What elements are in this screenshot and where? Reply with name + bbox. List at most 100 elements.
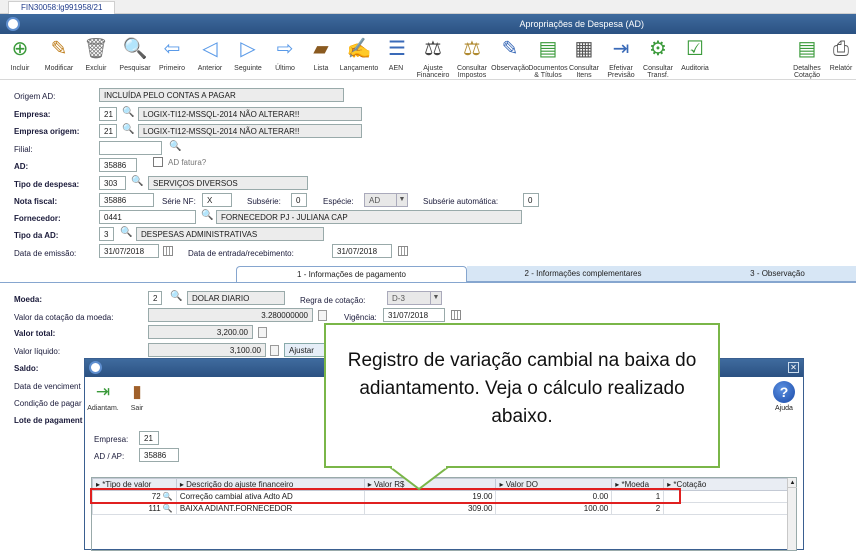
- window-title: Apropriações de Despesa (AD): [519, 19, 644, 29]
- invoice-field[interactable]: 35886: [99, 193, 154, 207]
- title-bar: Apropriações de Despesa (AD): [0, 14, 856, 34]
- company-code-field[interactable]: 21: [99, 107, 117, 121]
- calendar-icon[interactable]: [398, 246, 408, 256]
- currency-name-field: DOLAR DIARIO: [187, 291, 285, 305]
- note-button[interactable]: ✎ Observação: [490, 36, 530, 72]
- company-label: Empresa:: [14, 110, 51, 119]
- include-button[interactable]: ⊕ Incluir: [6, 36, 34, 72]
- grid-scrollbar[interactable]: ▲: [787, 478, 797, 550]
- species-select[interactable]: AD ▼: [364, 193, 408, 207]
- tab-observation[interactable]: 3 - Observação: [699, 266, 856, 282]
- help-button[interactable]: ? Ajuda: [773, 381, 795, 412]
- invoice-series-field[interactable]: X: [202, 193, 232, 207]
- ad-invoice-checkbox[interactable]: [153, 157, 163, 167]
- forecast-button[interactable]: ⇥ Efetivar Previsão: [604, 36, 638, 79]
- close-icon[interactable]: ✕: [788, 362, 799, 373]
- expense-type-code-field[interactable]: 303: [99, 176, 126, 190]
- quote-details-icon: ▤: [797, 38, 817, 60]
- search-icon[interactable]: 🔍: [120, 227, 132, 238]
- cell-currency[interactable]: 2: [611, 502, 665, 515]
- calculator-icon[interactable]: [258, 327, 267, 338]
- scroll-up-icon[interactable]: ▲: [788, 478, 797, 488]
- search-icon[interactable]: 🔍: [122, 124, 134, 135]
- search-icon[interactable]: 🔍: [169, 141, 181, 152]
- tab-complementary-info[interactable]: 2 - Informações complementares: [467, 266, 699, 282]
- report-button[interactable]: ⎙ Relatór: [826, 36, 856, 72]
- currency-code-field[interactable]: 2: [148, 291, 162, 305]
- last-button[interactable]: ⇨ Último: [270, 36, 300, 72]
- quote-rule-select[interactable]: D-3 ▼: [387, 291, 442, 305]
- documents-icon: ▤: [538, 38, 558, 60]
- cell-quote[interactable]: [663, 490, 789, 503]
- modify-button[interactable]: ✎ Modificar: [42, 36, 76, 72]
- app-icon: [6, 17, 20, 31]
- previous-icon: ◁: [202, 38, 218, 60]
- payment-batch-label: Lote de pagament: [14, 416, 83, 425]
- search-icon[interactable]: 🔍: [163, 504, 173, 513]
- advance-button[interactable]: ⇥ Adiantam.: [87, 381, 119, 412]
- forecast-icon: ⇥: [612, 38, 630, 60]
- next-button[interactable]: ▷ Seguinte: [232, 36, 264, 72]
- aen-button[interactable]: ☰ AEN: [384, 36, 408, 72]
- audit-button[interactable]: ☑ Auditoria: [678, 36, 712, 72]
- supplier-code-field[interactable]: 0441: [99, 210, 196, 224]
- entry-button[interactable]: ✍ Lançamento: [338, 36, 380, 72]
- subseries-label: Subsérie:: [247, 197, 281, 206]
- cell-value-brl[interactable]: 309.00: [363, 502, 497, 515]
- search-icon: 🔍: [122, 38, 148, 60]
- auto-subseries-field[interactable]: 0: [523, 193, 539, 207]
- ad-type-label: Tipo da AD:: [14, 231, 59, 240]
- transfer-button[interactable]: ⚙ Consultar Transf.: [640, 36, 676, 79]
- financial-adjust-button[interactable]: ⚖ Ajuste Financeiro: [414, 36, 452, 79]
- total-value-field: 3,200.00: [148, 325, 253, 339]
- items-button[interactable]: ▦ Consultar Itens: [568, 36, 600, 79]
- origin-company-name-field: LOGIX-TI12-MSSQL-2014 NÃO ALTERAR!!: [138, 124, 362, 138]
- cell-value-do[interactable]: 100.00: [495, 502, 613, 515]
- app-icon: [89, 361, 102, 374]
- window-tab[interactable]: FIN30058:lg991958/21: [8, 1, 116, 14]
- validity-field[interactable]: 31/07/2018: [383, 308, 445, 322]
- tab-payment-info[interactable]: 1 - Informações de pagamento: [236, 266, 467, 282]
- taxes-button[interactable]: ⚖ Consultar Impostos: [454, 36, 490, 79]
- search-button[interactable]: 🔍 Pesquisar: [118, 36, 152, 72]
- quote-value-label: Valor da cotação da moeda:: [14, 313, 114, 322]
- origin-company-label: Empresa origem:: [14, 127, 80, 136]
- delete-button[interactable]: 🗑 Excluir: [82, 36, 110, 72]
- issue-date-field[interactable]: 31/07/2018: [99, 244, 159, 258]
- calculator-icon[interactable]: [318, 310, 327, 321]
- transfer-icon: ⚙: [649, 38, 667, 60]
- first-icon: ⇦: [163, 38, 181, 60]
- ad-type-code-field[interactable]: 3: [99, 227, 114, 241]
- documents-button[interactable]: ▤ Documentos & Títulos: [528, 36, 568, 79]
- branch-field[interactable]: [99, 141, 162, 155]
- quote-details-button[interactable]: ▤ Detalhes Cotação: [790, 36, 824, 79]
- search-icon[interactable]: 🔍: [201, 210, 213, 221]
- ad-field[interactable]: 35886: [99, 158, 137, 172]
- first-button[interactable]: ⇦ Primeiro: [156, 36, 188, 72]
- previous-button[interactable]: ◁ Anterior: [194, 36, 226, 72]
- subseries-field[interactable]: 0: [291, 193, 307, 207]
- invoice-series-label: Série NF:: [162, 197, 196, 206]
- due-date-label: Data de venciment: [14, 382, 81, 391]
- column-header[interactable]: ▸ *Cotação: [663, 478, 789, 491]
- list-icon: ▰: [313, 38, 329, 60]
- table-row[interactable]: 111 🔍 BAIXA ADIANT.FORNECEDOR 309.00 100…: [92, 502, 789, 515]
- adjust-button[interactable]: Ajustar: [284, 343, 326, 357]
- origin-company-code-field[interactable]: 21: [99, 124, 117, 138]
- branch-label: Filial:: [14, 145, 33, 154]
- search-icon[interactable]: 🔍: [131, 176, 143, 187]
- calendar-icon[interactable]: [163, 246, 173, 256]
- last-icon: ⇨: [276, 38, 294, 60]
- calendar-icon[interactable]: [451, 310, 461, 320]
- search-icon[interactable]: 🔍: [170, 291, 182, 302]
- list-button[interactable]: ▰ Lista: [308, 36, 334, 72]
- entry-date-field[interactable]: 31/07/2018: [332, 244, 392, 258]
- cell-description[interactable]: BAIXA ADIANT.FORNECEDOR: [175, 502, 365, 515]
- cell-quote[interactable]: [663, 502, 789, 515]
- search-icon[interactable]: 🔍: [122, 107, 134, 118]
- calculator-icon[interactable]: [270, 345, 279, 356]
- exit-button[interactable]: ▮ Sair: [125, 381, 149, 412]
- validity-label: Vigência:: [344, 313, 377, 322]
- cell-value-type[interactable]: 111 🔍: [92, 502, 177, 515]
- taxes-icon: ⚖: [463, 38, 481, 60]
